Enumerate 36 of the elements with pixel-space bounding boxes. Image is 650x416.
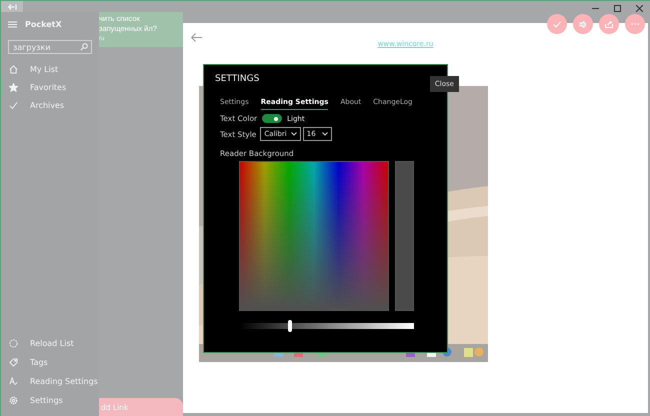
star-icon bbox=[9, 82, 18, 92]
font-icon bbox=[9, 377, 18, 386]
speaker-icon bbox=[579, 20, 587, 28]
tag-icon bbox=[9, 358, 18, 367]
nav-item[interactable]: My List bbox=[1, 60, 99, 78]
nav-item[interactable]: Settings bbox=[1, 391, 99, 410]
back-button[interactable] bbox=[1, 1, 23, 12]
close-icon bbox=[636, 4, 642, 12]
nav-item[interactable]: Archives bbox=[1, 96, 99, 114]
checkmark-icon bbox=[553, 20, 561, 28]
nav-item[interactable]: Tags bbox=[1, 353, 99, 372]
menu-icon[interactable] bbox=[8, 20, 17, 28]
toggle-switch[interactable] bbox=[262, 114, 282, 123]
share-icon bbox=[605, 20, 613, 28]
back-arrow-icon[interactable] bbox=[191, 33, 202, 42]
home-icon bbox=[9, 64, 18, 74]
gear-icon bbox=[9, 396, 18, 405]
nav-item[interactable]: Reload List bbox=[1, 334, 99, 353]
back-arrow-icon bbox=[8, 4, 16, 10]
brightness-slider[interactable] bbox=[239, 323, 414, 329]
maximize-icon bbox=[614, 4, 620, 12]
reload-icon bbox=[9, 339, 18, 348]
dialog-title: SETTINGS bbox=[215, 74, 260, 84]
chevron-icon bbox=[290, 132, 297, 136]
search-icon bbox=[80, 43, 88, 51]
color-spectrum[interactable] bbox=[239, 161, 389, 311]
mark-read-button[interactable] bbox=[547, 14, 567, 34]
slider-thumb[interactable] bbox=[288, 320, 292, 332]
checkmark-icon bbox=[9, 100, 18, 110]
search-field[interactable]: загрузки bbox=[8, 40, 92, 54]
share-button[interactable] bbox=[599, 14, 619, 34]
app-name: PocketX bbox=[25, 20, 62, 28]
read-aloud-button[interactable] bbox=[573, 14, 593, 34]
nav-item[interactable]: Reading Settings bbox=[1, 372, 99, 391]
nav-item[interactable]: Favorites bbox=[1, 78, 99, 96]
chevron-icon bbox=[322, 132, 328, 136]
